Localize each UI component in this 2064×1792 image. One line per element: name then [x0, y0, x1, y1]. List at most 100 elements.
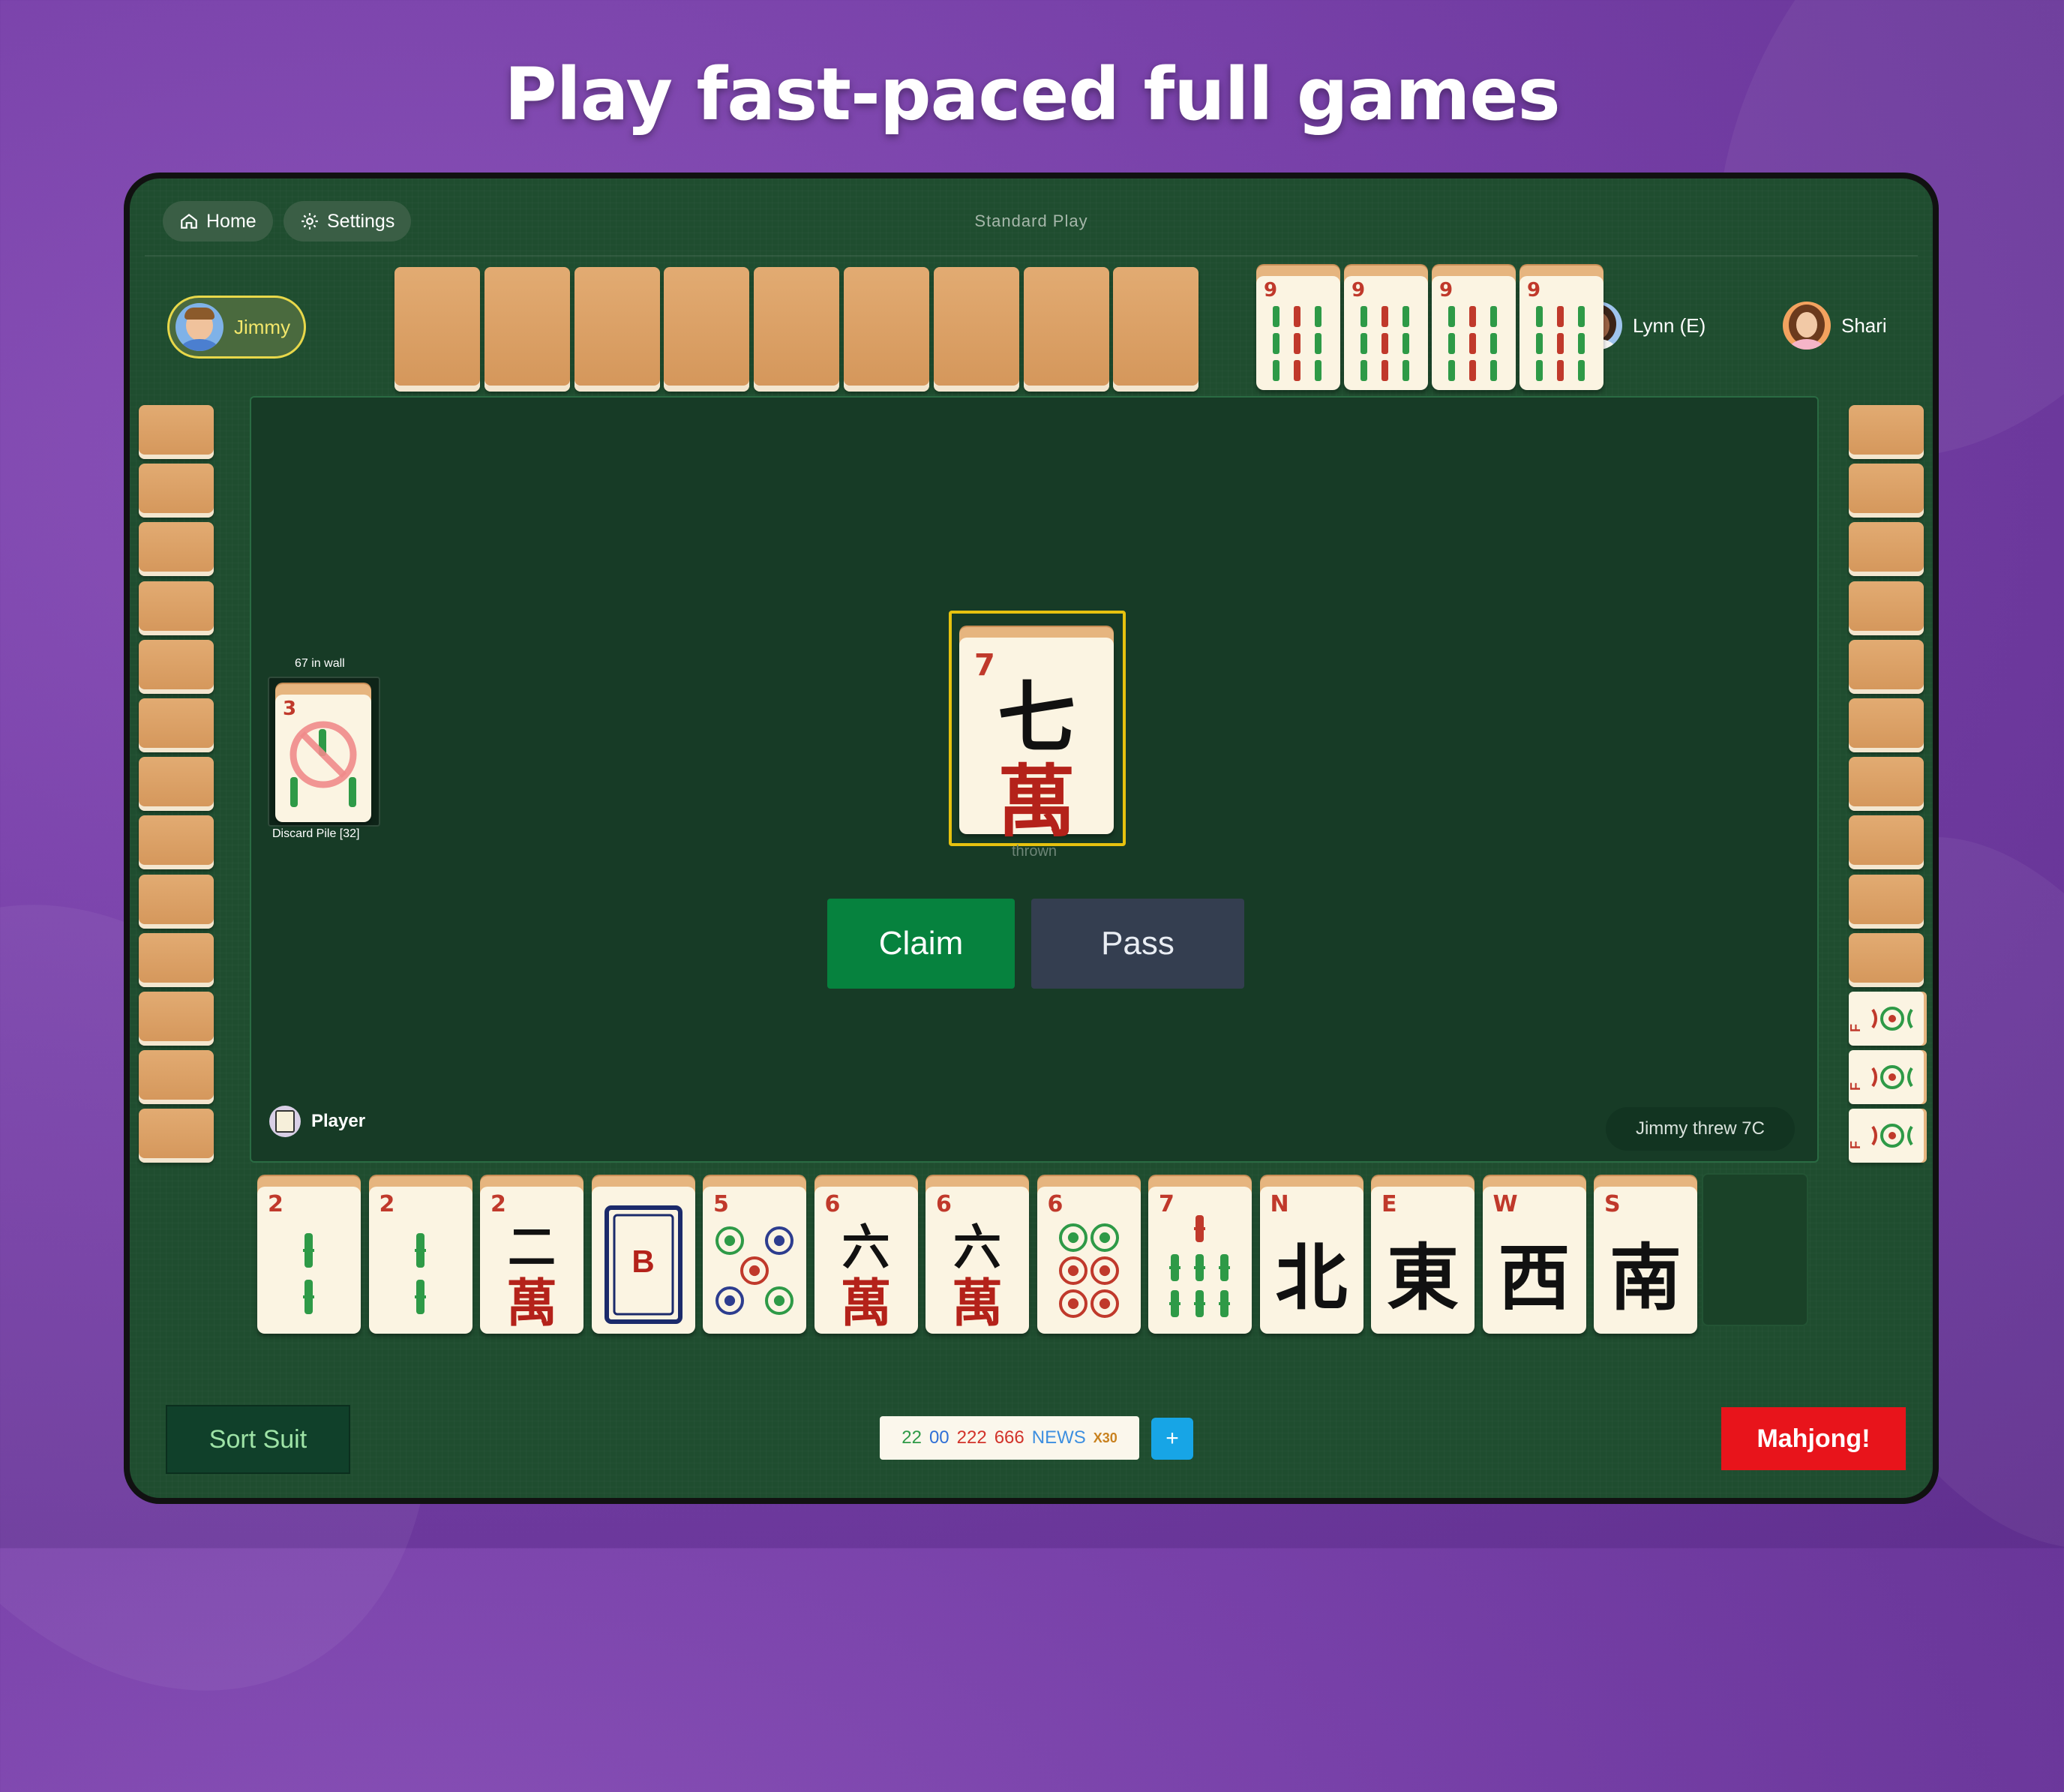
opponent-hidden-tile: [394, 267, 480, 392]
opponent-exposed-tile: 9: [1432, 276, 1516, 390]
left-opponent-hidden-tile: [139, 639, 214, 694]
game-screen: Home Settings Standard Play Jimmy Lynn (…: [130, 179, 1933, 1498]
hand-tile[interactable]: 2: [257, 1187, 361, 1334]
left-opponent-hidden-tile: [139, 757, 214, 812]
thrown-tile[interactable]: 7 七 萬: [959, 638, 1114, 848]
hand-tile-dragon-letter: B: [632, 1244, 655, 1279]
opponent-hidden-tile: [1113, 267, 1199, 392]
pattern-token: 666: [994, 1427, 1024, 1448]
hand-tile[interactable]: 5: [703, 1187, 806, 1334]
header-divider: [145, 255, 1918, 257]
hand-tile-wan: 萬: [951, 1274, 1003, 1334]
sort-suit-button[interactable]: Sort Suit: [166, 1405, 350, 1474]
left-opponent-hidden-tile: [139, 405, 214, 459]
avatar-shari: [1783, 302, 1831, 350]
hand-tile-rank: S: [1604, 1191, 1621, 1217]
game-log: Jimmy threw 7C: [1605, 1107, 1795, 1151]
player-name-shari: Shari: [1841, 314, 1887, 337]
add-pattern-button[interactable]: +: [1151, 1418, 1193, 1460]
opponent-hidden-tile: [664, 267, 750, 392]
pass-button[interactable]: Pass: [1031, 899, 1244, 989]
discard-top-tile[interactable]: 3: [275, 695, 371, 822]
left-opponent-hidden-tile: [139, 815, 214, 870]
dot-icon: [716, 1226, 794, 1315]
left-opponent-hidden-tile: [139, 522, 214, 577]
hand-tile-wan: 萬: [506, 1274, 557, 1334]
player-avatar-icon: [269, 1106, 301, 1137]
hand-tile-rank: N: [1270, 1191, 1289, 1217]
opponent-exposed-tile: 9: [1520, 276, 1604, 390]
opponent-exposed-tile: 9: [1344, 276, 1428, 390]
hand-tile[interactable]: S南: [1594, 1187, 1697, 1334]
pattern-token: 00: [928, 1427, 950, 1448]
wall-count: 67 in wall: [295, 657, 345, 670]
no-claim-icon: [290, 721, 357, 788]
right-opponent-hidden-tile: [1849, 815, 1924, 870]
left-opponent-hidden-tile: [139, 1109, 214, 1163]
dot-icon: [1058, 1223, 1119, 1318]
mahjong-button[interactable]: Mahjong!: [1721, 1407, 1906, 1470]
opponent-exposed-tile: 9: [1256, 276, 1340, 390]
promo-headline: Play fast-paced full games: [504, 53, 1560, 137]
opponent-hidden-tile: [754, 267, 840, 392]
hand-tile-wan: 萬: [840, 1274, 892, 1334]
right-opponent-hidden-tile: [1849, 874, 1924, 929]
right-opponent-hidden-tile: [1849, 757, 1924, 812]
bam-icon: [414, 1233, 426, 1314]
hand-tile-wind: 西: [1498, 1235, 1570, 1320]
opponent-hidden-tile: [484, 267, 570, 392]
empty-tile-slot[interactable]: [1702, 1173, 1808, 1326]
bamboo-sticks-icon: [1273, 306, 1322, 381]
left-opponent-hidden-tile: [139, 464, 214, 518]
avatar-jimmy: [176, 303, 224, 351]
right-opponent-exposed-tile: F: [1848, 1109, 1924, 1163]
opponent-hidden-tile: [844, 267, 929, 392]
play-table: 67 in wall 3 Discard Pile [32] 7 七 萬 thr…: [250, 396, 1819, 1163]
right-opponent-exposed-tile: F: [1848, 992, 1924, 1046]
bamboo-sticks-icon: [1360, 306, 1409, 381]
right-opponent-hidden-tile: [1849, 698, 1924, 752]
right-opponent-hidden-tile: [1849, 581, 1924, 635]
game-mode-title: Standard Play: [974, 212, 1088, 230]
thrown-tile-wan: 萬: [997, 755, 1076, 848]
hand-tile[interactable]: 6: [1036, 1187, 1141, 1334]
claim-button[interactable]: Claim: [827, 899, 1015, 989]
left-opponent-hidden-tile: [139, 932, 214, 987]
player-name-jimmy: Jimmy: [234, 315, 291, 338]
pattern-token: 222: [956, 1427, 987, 1448]
hand-tile[interactable]: E東: [1371, 1187, 1474, 1334]
thrown-label: thrown: [1011, 843, 1058, 860]
hand-tile-wind: 南: [1610, 1235, 1682, 1320]
tablet-frame: Home Settings Standard Play Jimmy Lynn (…: [124, 173, 1939, 1504]
right-opponent-exposed-tile: F: [1848, 1050, 1924, 1105]
hand-tile[interactable]: 6六萬: [926, 1187, 1029, 1334]
hand-tile[interactable]: N北: [1259, 1187, 1364, 1334]
player-label: Player: [269, 1106, 365, 1137]
flower-icon: [1871, 1007, 1913, 1031]
player-chip-jimmy[interactable]: Jimmy: [167, 296, 306, 359]
left-opponent-hidden-tile: [139, 581, 214, 635]
hand-tile[interactable]: 6六萬: [814, 1187, 918, 1334]
opponent-hidden-tile: [933, 267, 1019, 392]
flower-icon: [1871, 1065, 1913, 1090]
hand-tile[interactable]: 2二萬: [480, 1187, 584, 1334]
right-opponent-hidden-tile: [1849, 522, 1924, 577]
opponent-hidden-tile: [1023, 267, 1109, 392]
hand-tile[interactable]: W西: [1482, 1187, 1586, 1334]
right-opponent-hidden-tile: [1849, 639, 1924, 694]
left-opponent-hidden-tile: [139, 992, 214, 1046]
hand-tile[interactable]: 2: [368, 1187, 472, 1334]
hand-tile[interactable]: B: [591, 1187, 695, 1334]
bam-icon: [1169, 1215, 1230, 1317]
hand-tile-wind: 北: [1275, 1235, 1348, 1320]
player-chip-shari[interactable]: Shari: [1783, 302, 1887, 350]
hand-tile[interactable]: 7: [1148, 1187, 1252, 1334]
hand-pattern[interactable]: 22 00 222 666 NEWS X30: [880, 1416, 1139, 1460]
discard-pile[interactable]: 3: [268, 677, 380, 827]
bamboo-sticks-icon: [1536, 306, 1585, 381]
pattern-multiplier: X30: [1093, 1430, 1118, 1445]
pattern-tokens: 22 00 222 666 NEWS: [902, 1427, 1086, 1448]
pattern-token: 22: [902, 1427, 922, 1448]
opponent-hidden-tile: [574, 267, 660, 392]
right-opponent-hidden-tile: [1849, 464, 1924, 518]
